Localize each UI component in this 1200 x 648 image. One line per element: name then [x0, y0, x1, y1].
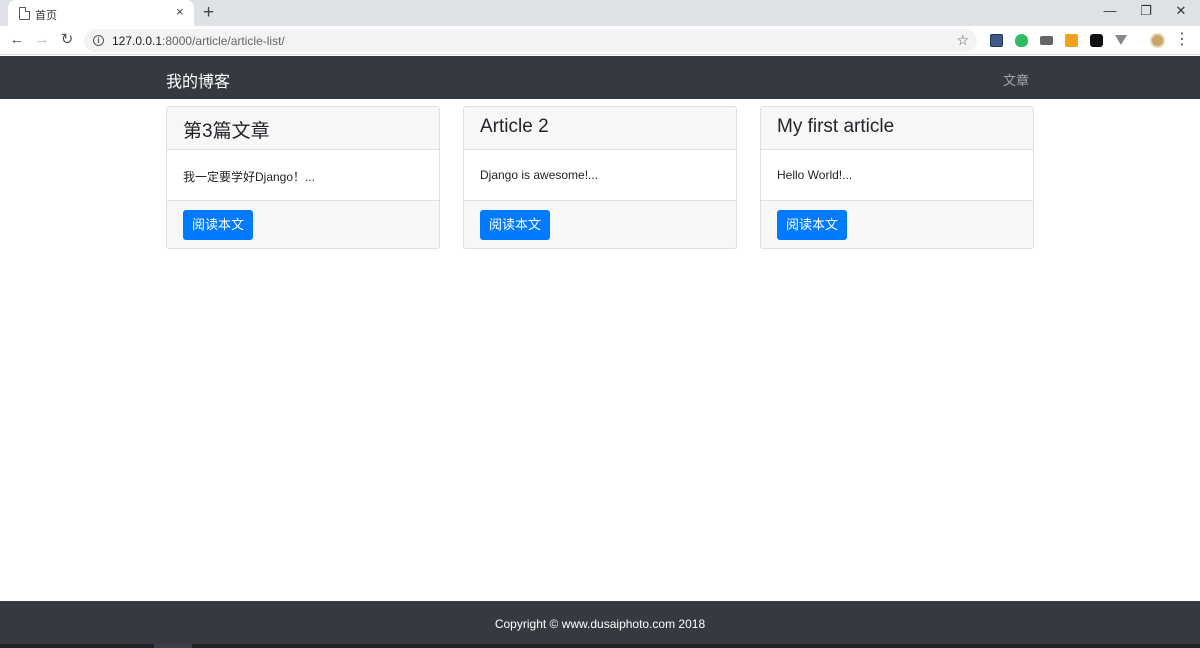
forward-icon[interactable]: →: [33, 31, 51, 49]
profile-avatar[interactable]: [1150, 33, 1165, 48]
rss-icon[interactable]: [1065, 34, 1078, 47]
evernote-icon[interactable]: [1015, 34, 1028, 47]
address-bar[interactable]: i 127.0.0.1:8000/article/article-list/ ☆: [84, 29, 977, 52]
article-title: My first article: [777, 116, 895, 137]
tab-close-icon[interactable]: ×: [176, 5, 184, 19]
minimize-icon[interactable]: —: [1100, 3, 1120, 18]
bookmark-extension-icon[interactable]: [990, 34, 1003, 47]
bookmark-star-icon[interactable]: ☆: [956, 32, 969, 49]
browser-toolbar: ← → ↻ i 127.0.0.1:8000/article/article-l…: [0, 26, 1200, 55]
read-article-button[interactable]: 阅读本文: [183, 210, 253, 240]
read-article-button[interactable]: 阅读本文: [480, 210, 550, 240]
read-article-button[interactable]: 阅读本文: [777, 210, 847, 240]
vue-devtools-icon[interactable]: [1115, 35, 1127, 45]
reload-icon[interactable]: ↻: [58, 31, 76, 49]
card-body: 我一定要学好Django！...: [167, 150, 439, 200]
site-navbar: 我的博客 文章: [0, 56, 1200, 99]
card-footer: 阅读本文: [464, 200, 736, 248]
article-excerpt: 我一定要学好Django！...: [183, 170, 316, 184]
card-header: My first article: [761, 107, 1033, 150]
tab-title: 首页: [35, 10, 57, 22]
mail-icon[interactable]: [1040, 36, 1053, 45]
article-title: Article 2: [480, 116, 549, 137]
card-body: Hello World!...: [761, 150, 1033, 200]
card-header: Article 2: [464, 107, 736, 150]
site-info-icon[interactable]: i: [93, 35, 104, 46]
site-footer: Copyright © www.dusaiphoto.com 2018: [0, 601, 1200, 648]
card-footer: 阅读本文: [761, 200, 1033, 248]
card-body: Django is awesome!...: [464, 150, 736, 200]
new-tab-icon[interactable]: +: [203, 3, 214, 22]
card-footer: 阅读本文: [167, 200, 439, 248]
page-icon: [19, 7, 30, 20]
article-title: 第3篇文章: [183, 121, 270, 142]
nav-link-articles[interactable]: 文章: [1003, 70, 1029, 89]
article-card: 第3篇文章 我一定要学好Django！... 阅读本文: [166, 106, 440, 249]
browser-menu-icon[interactable]: ⋮: [1173, 31, 1191, 49]
url-path: :8000/article/article-list/: [162, 34, 285, 48]
back-icon[interactable]: ←: [8, 31, 26, 49]
article-card-list: 第3篇文章 我一定要学好Django！... 阅读本文 Article 2 Dj…: [166, 106, 1034, 249]
article-card: Article 2 Django is awesome!... 阅读本文: [463, 106, 737, 249]
url-host: 127.0.0.1: [112, 34, 163, 48]
card-header: 第3篇文章: [167, 107, 439, 150]
site-brand-link[interactable]: 我的博客: [166, 68, 230, 92]
article-excerpt: Hello World!...: [777, 168, 853, 182]
taskbar-edge: [0, 644, 1200, 648]
article-card: My first article Hello World!... 阅读本文: [760, 106, 1034, 249]
close-window-icon[interactable]: ✕: [1171, 3, 1191, 19]
url-text[interactable]: 127.0.0.1:8000/article/article-list/: [112, 34, 285, 48]
restore-icon[interactable]: ❐: [1136, 3, 1156, 19]
tampermonkey-icon[interactable]: [1090, 34, 1103, 47]
browser-tab[interactable]: 首页 ×: [8, 0, 194, 26]
copyright-text: Copyright © www.dusaiphoto.com 2018: [494, 617, 706, 631]
browser-tab-strip: 首页 × + — ❐ ✕: [0, 0, 1200, 26]
article-excerpt: Django is awesome!...: [480, 168, 599, 182]
